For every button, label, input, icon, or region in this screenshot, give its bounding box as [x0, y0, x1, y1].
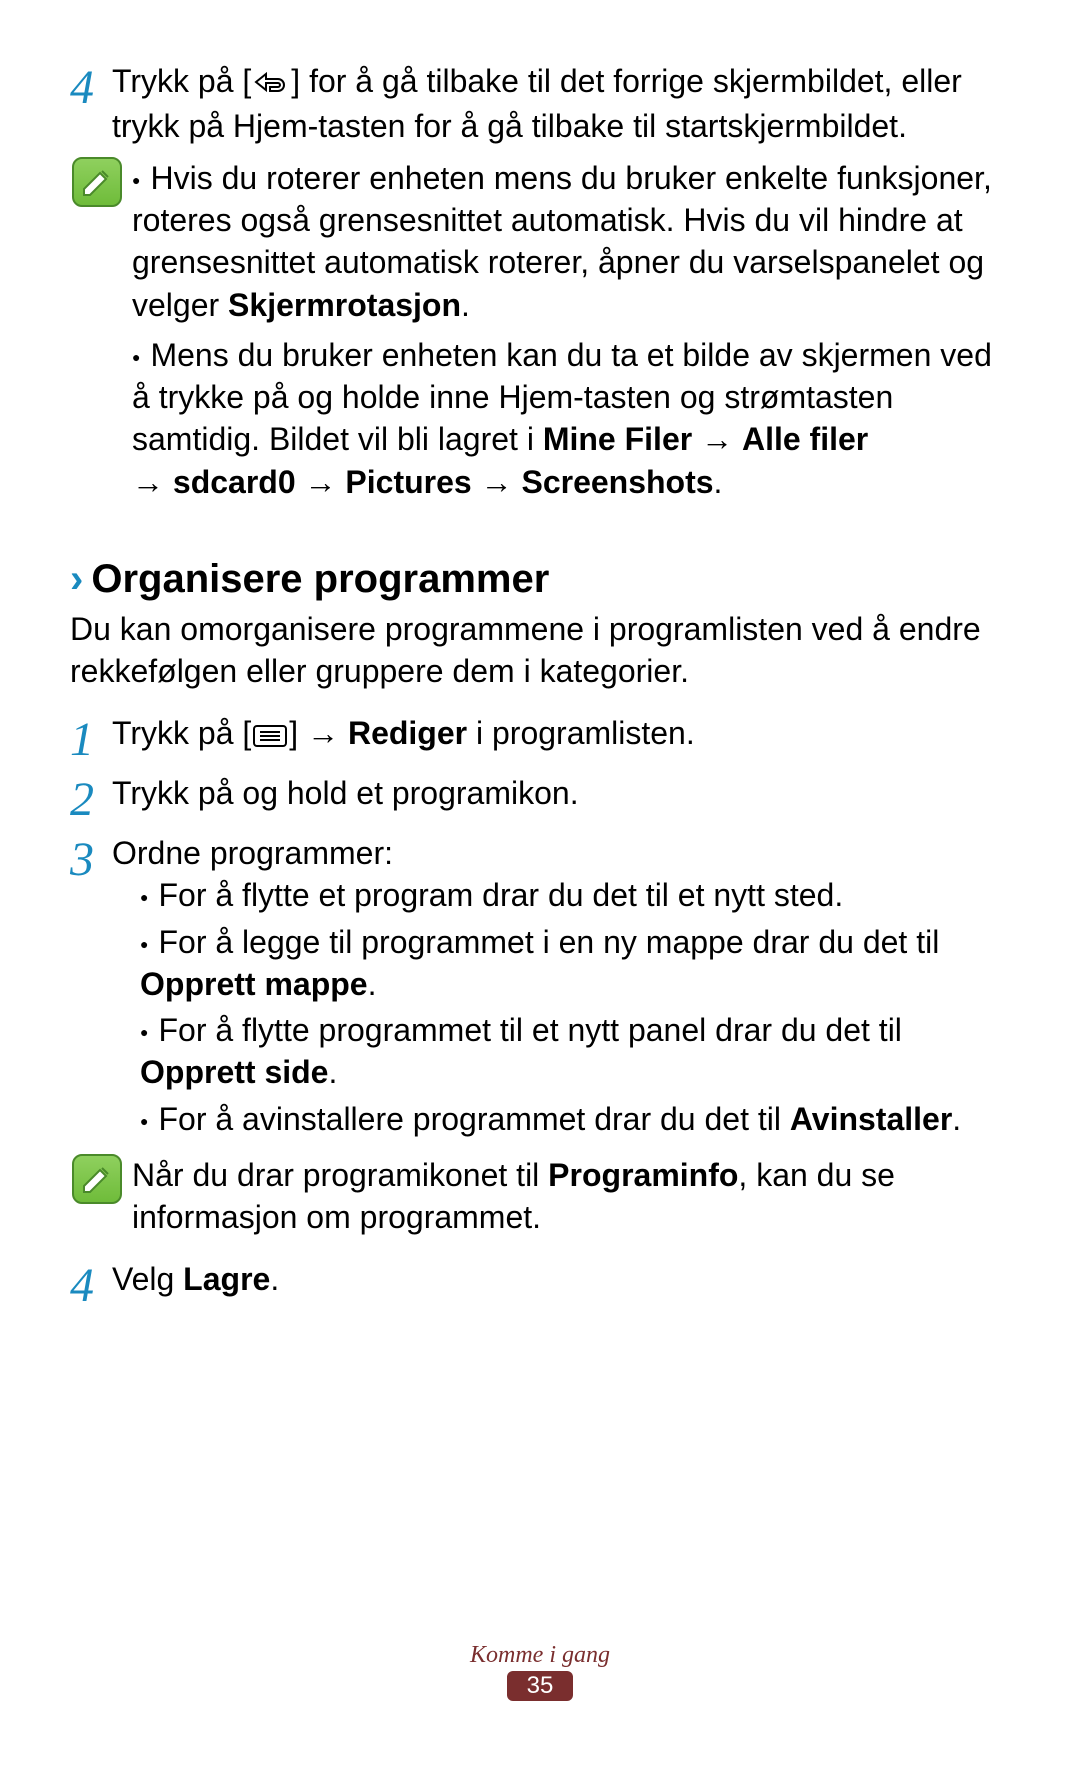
section-heading: › Organisere programmer [70, 557, 1010, 602]
back-icon [253, 62, 289, 104]
chevron-icon: › [70, 557, 83, 602]
page-number: 35 [507, 1671, 574, 1701]
step-4-top: 4 Trykk på [] for å gå tilbake til det f… [70, 60, 1010, 147]
step-text: Trykk på og hold et programikon. [112, 772, 1010, 824]
step-number: 4 [70, 1258, 112, 1310]
step-text: Trykk på [] for å gå tilbake til det for… [112, 60, 1010, 147]
list-item: For å avinstallere programmet drar du de… [140, 1098, 1010, 1140]
note-icon [72, 157, 122, 207]
step-text: Ordne programmer: For å flytte et progra… [112, 832, 1010, 1144]
step-4-bottom: 4 Velg Lagre. [70, 1258, 1010, 1310]
note-item: Hvis du roterer enheten mens du bruker e… [132, 157, 1010, 326]
note-item: Mens du bruker enheten kan du ta et bild… [132, 334, 1010, 503]
step-text: Velg Lagre. [112, 1258, 1010, 1310]
step-3: 3 Ordne programmer: For å flytte et prog… [70, 832, 1010, 1144]
list-item: For å legge til programmet i en ny mappe… [140, 921, 1010, 1005]
step-1: 1 Trykk på [] → Rediger i programlisten. [70, 712, 1010, 764]
footer: Komme i gang 35 [0, 1642, 1080, 1701]
footer-title: Komme i gang [0, 1642, 1080, 1669]
list-item: For å flytte et program drar du det til … [140, 874, 1010, 916]
note-box-1: Hvis du roterer enheten mens du bruker e… [70, 157, 1010, 511]
step-number: 1 [70, 712, 112, 764]
note-box-2: Når du drar programikonet til Programinf… [70, 1154, 1010, 1238]
step-text: Trykk på [] → Rediger i programlisten. [112, 712, 1010, 764]
menu-icon [253, 715, 287, 757]
step-2: 2 Trykk på og hold et programikon. [70, 772, 1010, 824]
list-item: For å flytte programmet til et nytt pane… [140, 1009, 1010, 1093]
note-icon [72, 1154, 122, 1204]
step-number: 2 [70, 772, 112, 824]
section-intro: Du kan omorganisere programmene i progra… [70, 608, 1010, 692]
note-text: Når du drar programikonet til Programinf… [132, 1154, 1010, 1238]
step-number: 4 [70, 60, 112, 147]
step-number: 3 [70, 832, 112, 1144]
